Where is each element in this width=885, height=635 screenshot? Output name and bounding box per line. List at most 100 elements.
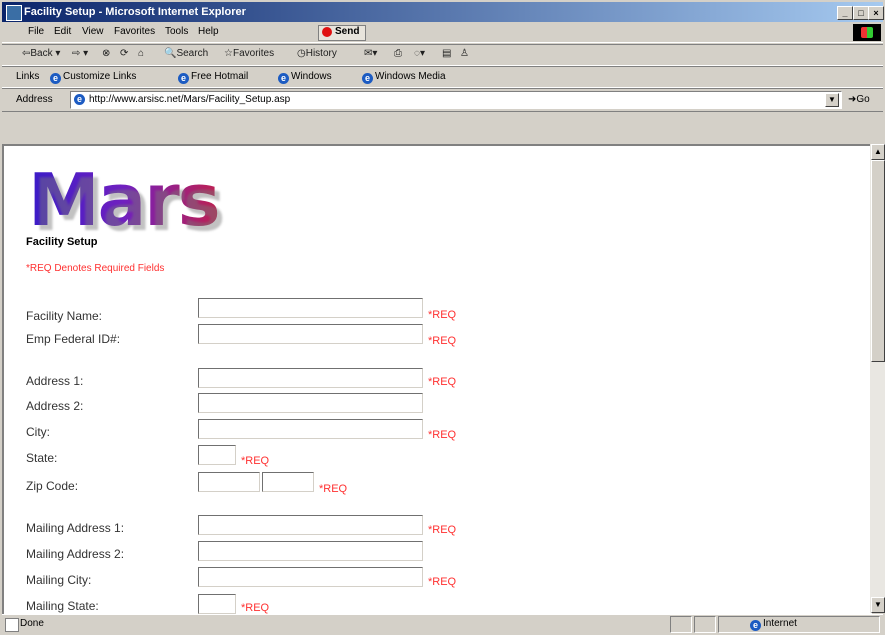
history-button[interactable]: ◷History — [297, 48, 337, 59]
ie-link-icon: e — [178, 73, 189, 84]
scroll-up-icon[interactable]: ▲ — [871, 144, 885, 160]
menu-view[interactable]: View — [82, 26, 104, 37]
link-label: Free Hotmail — [191, 71, 249, 82]
scroll-thumb[interactable] — [871, 160, 885, 362]
discuss-icon[interactable]: ◌▾ — [414, 48, 425, 59]
search-label: Search — [176, 48, 209, 59]
address-input[interactable]: e http://www.arsisc.net/Mars/Facility_Se… — [70, 91, 842, 109]
address2-input[interactable] — [198, 393, 423, 413]
page-content: Mars Facility Setup *REQ Denotes Require… — [2, 144, 872, 615]
zone-cell — [718, 616, 880, 633]
close-button[interactable]: × — [868, 6, 884, 20]
required-marker: *REQ — [428, 429, 457, 441]
link-customize-links[interactable]: e Customize Links — [50, 71, 136, 84]
go-button[interactable]: ➜Go — [848, 94, 870, 105]
print-icon[interactable]: ⎙ — [394, 48, 402, 59]
status-cell — [694, 616, 716, 633]
facility-name-label: Facility Name: — [26, 309, 103, 323]
ie-link-icon: e — [362, 73, 373, 84]
mailing-address1-label: Mailing Address 1: — [26, 521, 125, 535]
link-label: Windows Media — [375, 71, 446, 82]
refresh-icon[interactable]: ⟳ — [120, 48, 128, 59]
title-bar: Facility Setup - Microsoft Internet Expl… — [2, 2, 884, 22]
required-marker: *REQ — [428, 524, 457, 536]
menu-tools[interactable]: Tools — [165, 26, 188, 37]
vertical-scrollbar[interactable]: ▲ ▼ — [870, 144, 885, 613]
status-text: Done — [20, 618, 44, 629]
maximize-button[interactable]: □ — [853, 6, 869, 20]
status-bar: Done e Internet — [2, 614, 883, 634]
favorites-label: Favorites — [232, 48, 275, 59]
favorites-button[interactable]: ☆Favorites — [224, 48, 274, 59]
link-windows[interactable]: e Windows — [278, 71, 332, 84]
required-marker: *REQ — [241, 602, 270, 614]
emp-federal-id-input[interactable] — [198, 324, 423, 344]
address-label: Address — [16, 94, 53, 105]
address-bar: Address e http://www.arsisc.net/Mars/Fac… — [2, 88, 883, 112]
stop-icon[interactable]: ⊗ — [102, 48, 110, 59]
required-marker: *REQ — [428, 335, 457, 347]
ie-window-icon — [6, 5, 22, 21]
address-dropdown-icon[interactable]: ▼ — [825, 93, 839, 107]
state-input[interactable] — [198, 445, 236, 465]
zip-code-label: Zip Code: — [26, 479, 79, 493]
link-free-hotmail[interactable]: e Free Hotmail — [178, 71, 248, 84]
facility-name-input[interactable] — [198, 298, 423, 318]
links-bar: Links e Customize Links e Free Hotmail e Wi… — [2, 66, 883, 88]
menu-favorites[interactable]: Favorites — [114, 26, 155, 37]
globe-icon: e — [750, 620, 761, 631]
menu-file[interactable]: File — [28, 26, 44, 37]
minimize-button[interactable]: _ — [837, 6, 853, 20]
browser-window: Facility Setup - Microsoft Internet Expl… — [0, 0, 885, 635]
page-status-icon — [5, 618, 19, 632]
messenger-icon[interactable]: ♙ — [460, 48, 469, 59]
window-title: Facility Setup - Microsoft Internet Expl… — [24, 6, 246, 18]
emp-federal-id-label: Emp Federal ID#: — [26, 332, 121, 346]
zip-code-input[interactable] — [198, 472, 260, 492]
address2-label: Address 2: — [26, 399, 84, 413]
scroll-down-icon[interactable]: ▼ — [871, 597, 885, 613]
internet-zone: e Internet — [750, 618, 797, 631]
menu-bar: File Edit View Favorites Tools Help Send — [2, 23, 883, 43]
city-label: City: — [26, 425, 50, 439]
links-label: Links — [16, 71, 40, 82]
mailing-city-input[interactable] — [198, 567, 423, 587]
zip-extension-input[interactable] — [262, 472, 314, 492]
back-button[interactable]: ⇦Back ▾ — [22, 48, 60, 59]
windows-logo-icon — [853, 24, 881, 41]
forward-button[interactable]: ⇨ ▾ — [72, 48, 88, 59]
back-label: Back — [30, 48, 53, 59]
address1-label: Address 1: — [26, 374, 84, 388]
send-label: Send — [335, 26, 360, 37]
menu-edit[interactable]: Edit — [54, 26, 71, 37]
page-title: Facility Setup — [26, 236, 98, 248]
mars-logo: Mars — [28, 158, 221, 242]
mailing-address2-label: Mailing Address 2: — [26, 547, 125, 561]
required-marker: *REQ — [428, 376, 457, 388]
menu-help[interactable]: Help — [198, 26, 219, 37]
send-icon — [322, 27, 332, 37]
ie-link-icon: e — [50, 73, 61, 84]
ie-page-icon: e — [74, 94, 85, 105]
state-label: State: — [26, 451, 58, 465]
search-button[interactable]: 🔍Search — [164, 48, 208, 59]
edit-icon[interactable]: ▤ — [442, 48, 451, 59]
city-input[interactable] — [198, 419, 423, 439]
mailing-address2-input[interactable] — [198, 541, 423, 561]
link-windows-media[interactable]: e Windows Media — [362, 71, 446, 84]
zone-label: Internet — [763, 618, 797, 629]
history-label: History — [305, 48, 337, 59]
required-marker: *REQ — [319, 483, 348, 495]
mailing-city-label: Mailing City: — [26, 573, 92, 587]
mailing-state-label: Mailing State: — [26, 599, 99, 613]
mail-icon[interactable]: ✉▾ — [364, 48, 377, 59]
link-label: Customize Links — [63, 71, 137, 82]
required-marker: *REQ — [428, 576, 457, 588]
home-icon[interactable]: ⌂ — [138, 48, 144, 59]
address1-input[interactable] — [198, 368, 423, 388]
required-marker: *REQ — [241, 455, 270, 467]
ie-link-icon: e — [278, 73, 289, 84]
mailing-state-input[interactable] — [198, 594, 236, 614]
mailing-address1-input[interactable] — [198, 515, 423, 535]
status-cell — [670, 616, 692, 633]
